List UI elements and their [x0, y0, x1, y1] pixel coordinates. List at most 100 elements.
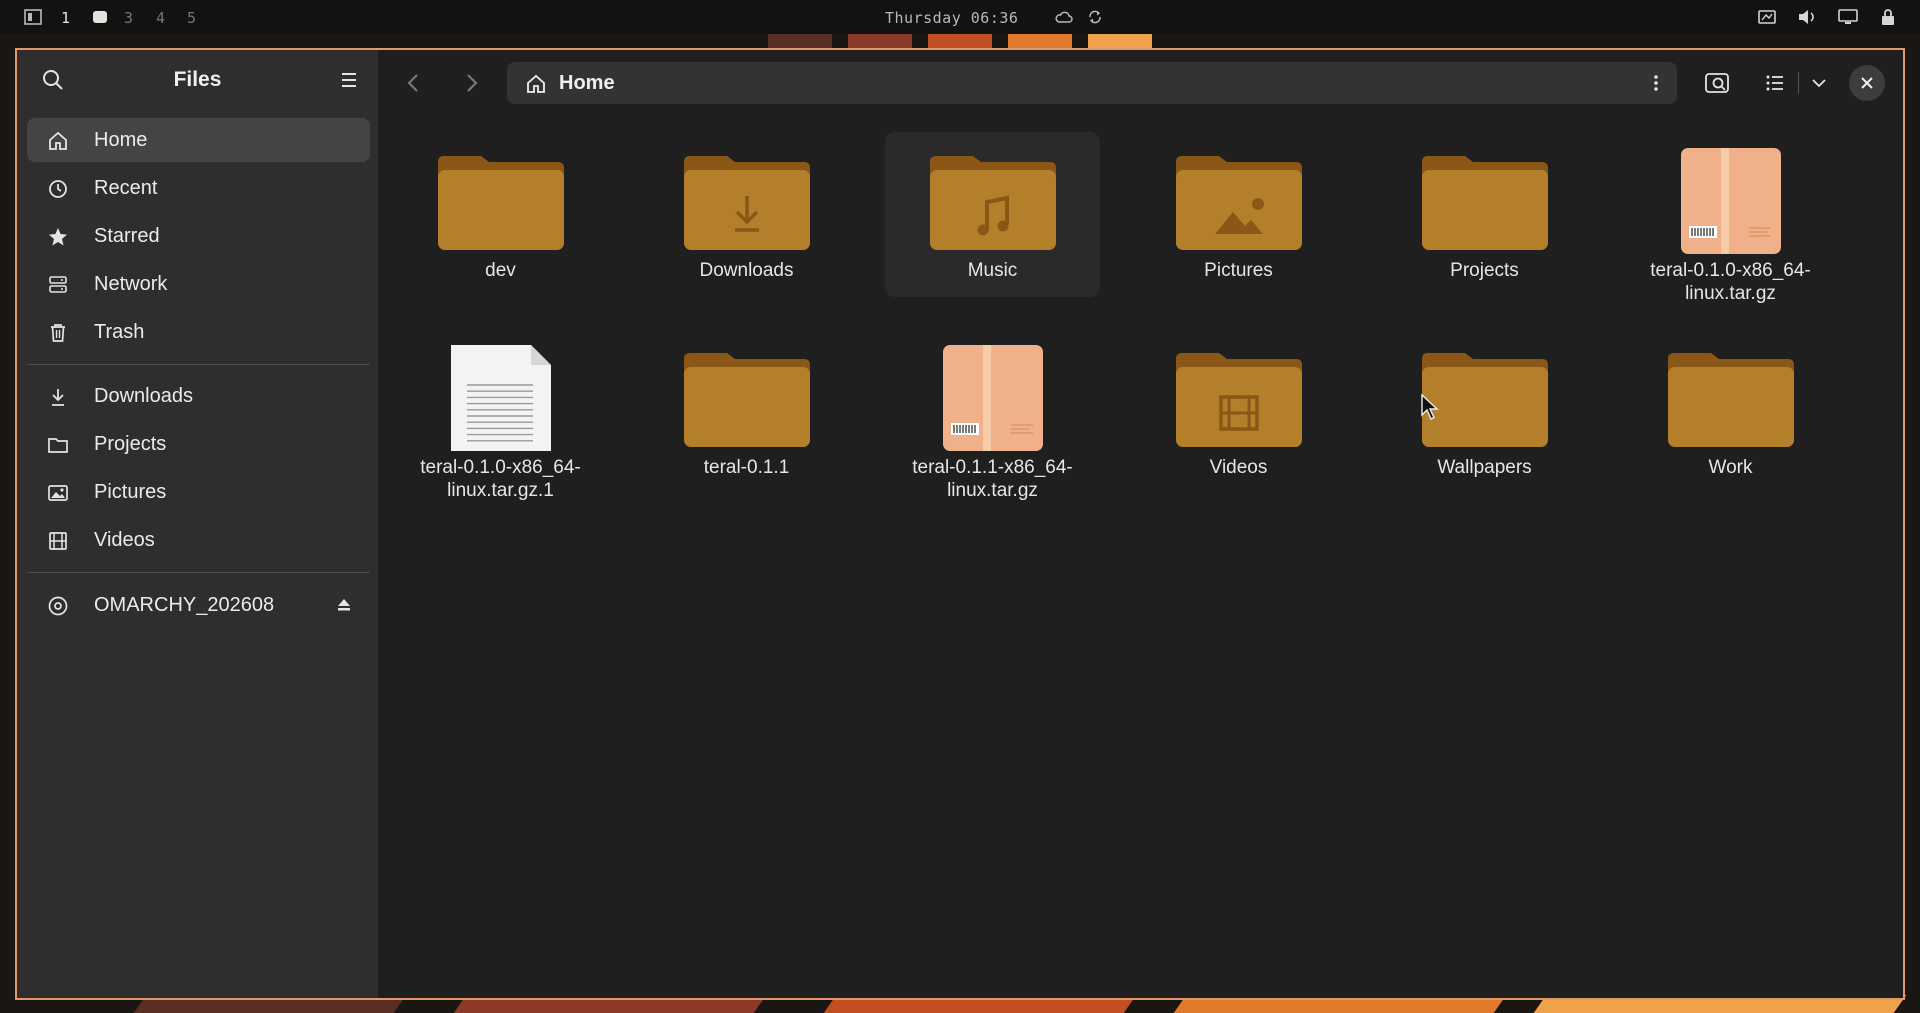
sidebar: Files Home Recent Starred Network Trash … [17, 50, 378, 998]
sidebar-item-home[interactable]: Home [27, 118, 370, 162]
sidebar-item-label: Home [94, 129, 148, 151]
file-name: Downloads [699, 260, 794, 281]
clock-icon [49, 180, 67, 198]
layout-icon[interactable] [24, 8, 42, 26]
folder-icon [684, 353, 810, 447]
chevron-down-icon[interactable] [1802, 66, 1836, 100]
path-menu-icon[interactable] [1653, 73, 1659, 93]
folder-item[interactable]: teral-0.1.1 [639, 329, 854, 494]
path-label[interactable]: Home [559, 72, 615, 95]
forward-icon[interactable] [454, 66, 488, 100]
folder-icon [48, 438, 68, 453]
workspace-1[interactable]: 1 [61, 9, 70, 27]
top-bar: 1 3 4 5 Thursday 06:36 [0, 0, 1920, 34]
sidebar-item-network[interactable]: Network [27, 262, 370, 306]
network-icon [49, 276, 67, 293]
sidebar-item-trash[interactable]: Trash [27, 310, 370, 354]
folder-item[interactable]: Projects [1377, 132, 1592, 297]
folder-item[interactable]: Work [1623, 329, 1838, 494]
file-name: teral-0.1.0-x86_64-linux.tar.gz.1 [420, 457, 581, 501]
sidebar-item-projects[interactable]: Projects [27, 422, 370, 466]
file-name: dev [485, 260, 516, 281]
sidebar-item-recent[interactable]: Recent [27, 166, 370, 210]
folder-item[interactable]: Music [885, 132, 1100, 297]
tray-display-icon[interactable] [1758, 8, 1776, 26]
file-item[interactable]: teral-0.1.1-x86_64-linux.tar.gz [885, 329, 1100, 501]
workspace-4[interactable]: 4 [156, 9, 165, 27]
mouse-cursor-icon [1421, 393, 1439, 420]
download-icon [52, 389, 64, 406]
file-name: Projects [1450, 260, 1519, 281]
search-in-folder-icon[interactable] [1700, 66, 1734, 100]
list-view-icon[interactable] [1758, 66, 1792, 100]
archive-icon [1681, 148, 1781, 254]
home-icon [527, 74, 545, 93]
sidebar-separator [27, 572, 370, 573]
back-icon[interactable] [397, 66, 431, 100]
pictures-folder-icon [1176, 156, 1302, 250]
main-menu-icon[interactable] [335, 66, 363, 94]
downloads-folder-icon [684, 156, 810, 250]
file-name: Pictures [1204, 260, 1273, 281]
workspace-5[interactable]: 5 [187, 9, 196, 27]
eject-icon[interactable] [337, 598, 351, 612]
text-file-icon [451, 345, 551, 451]
file-name: Music [967, 260, 1018, 281]
sidebar-separator [27, 364, 370, 365]
music-folder-icon [930, 156, 1056, 250]
sidebar-item-label: Videos [94, 529, 155, 551]
file-name: Wallpapers [1437, 457, 1532, 478]
folder-icon [1422, 353, 1548, 447]
archive-icon [943, 345, 1043, 451]
close-button[interactable] [1849, 65, 1885, 101]
file-item[interactable]: teral-0.1.0-x86_64-linux.tar.gz.1 [393, 329, 608, 501]
folder-item[interactable]: Videos [1131, 329, 1346, 494]
file-name: Work [1708, 457, 1753, 478]
folder-icon [438, 156, 564, 250]
sidebar-title: Files [173, 68, 222, 91]
folder-item[interactable]: Pictures [1131, 132, 1346, 297]
file-name: teral-0.1.1-x86_64-linux.tar.gz [912, 457, 1073, 501]
monitor-icon[interactable] [1838, 8, 1858, 26]
disc-icon [48, 596, 68, 616]
sidebar-item-label: Pictures [94, 481, 167, 503]
close-icon [1861, 77, 1873, 89]
main-content: Home dev Downloads Music Pictures Projec… [378, 50, 1903, 998]
file-item[interactable]: teral-0.1.0-x86_64-linux.tar.gz [1623, 132, 1838, 304]
lock-icon[interactable] [1880, 8, 1896, 26]
sidebar-item-label: Network [94, 273, 168, 295]
sidebar-item-starred[interactable]: Starred [27, 214, 370, 258]
workspace-3[interactable]: 3 [124, 9, 133, 27]
sidebar-item-omarchy-drive[interactable]: OMARCHY_202608 [27, 583, 370, 627]
sidebar-item-label: Recent [94, 177, 158, 199]
active-workspace-icon[interactable] [92, 10, 108, 24]
star-icon [49, 228, 67, 246]
sidebar-item-label: OMARCHY_202608 [94, 594, 275, 616]
file-name: teral-0.1.1 [703, 457, 790, 478]
sidebar-item-label: Trash [94, 321, 145, 343]
folder-icon [1668, 353, 1794, 447]
folder-item[interactable]: Downloads [639, 132, 854, 297]
home-icon [49, 131, 67, 150]
video-icon [49, 532, 67, 550]
sidebar-item-videos[interactable]: Videos [27, 518, 370, 562]
sidebar-item-label: Starred [94, 225, 160, 247]
sidebar-item-label: Downloads [94, 385, 193, 407]
view-separator [1798, 72, 1799, 94]
clock[interactable]: Thursday 06:36 [885, 9, 1018, 27]
sidebar-item-label: Projects [94, 433, 167, 455]
file-name: Videos [1209, 457, 1268, 478]
volume-icon[interactable] [1797, 8, 1817, 26]
sidebar-item-downloads[interactable]: Downloads [27, 374, 370, 418]
picture-icon [48, 485, 68, 501]
cloud-icon[interactable] [1055, 10, 1073, 24]
sidebar-item-pictures[interactable]: Pictures [27, 470, 370, 514]
file-name: teral-0.1.0-x86_64-linux.tar.gz [1650, 260, 1811, 304]
files-window: Files Home Recent Starred Network Trash … [15, 48, 1905, 1000]
trash-icon [51, 324, 65, 342]
sync-icon[interactable] [1087, 9, 1103, 25]
folder-item[interactable]: Wallpapers [1377, 329, 1592, 494]
path-bar[interactable]: Home [507, 62, 1677, 104]
videos-folder-icon [1176, 353, 1302, 447]
folder-item[interactable]: dev [393, 132, 608, 297]
